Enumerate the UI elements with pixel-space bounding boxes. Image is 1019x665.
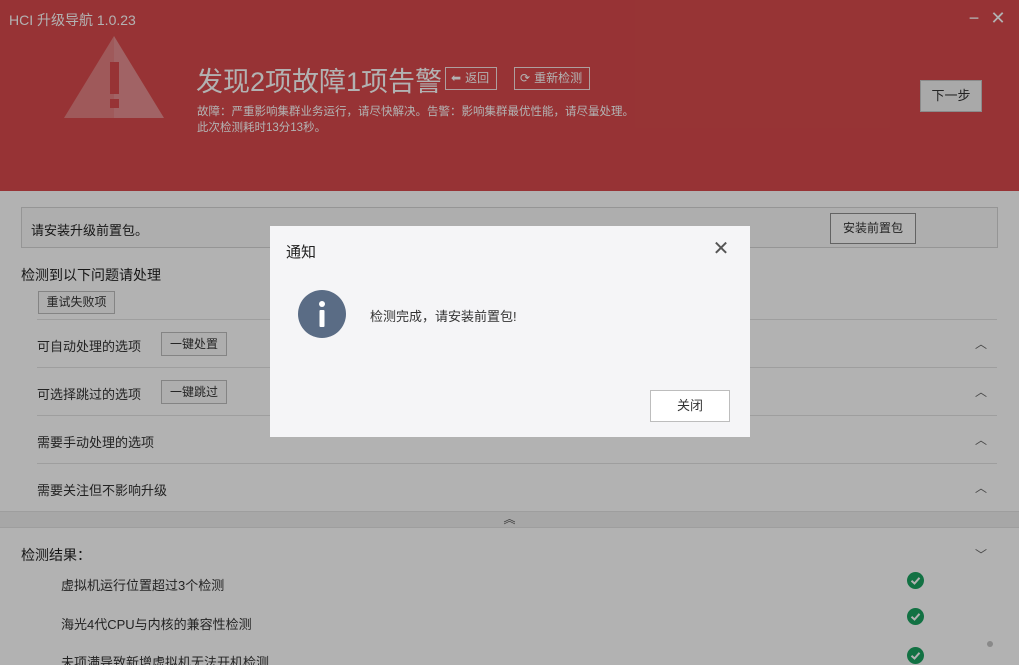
dialog-title: 通知 bbox=[286, 244, 317, 261]
info-icon bbox=[298, 290, 346, 338]
close-icon[interactable]: ✕ bbox=[710, 238, 732, 260]
dialog-close-button[interactable]: 关闭 bbox=[650, 390, 730, 422]
notification-dialog: 通知 ✕ 检测完成，请安装前置包! 关闭 bbox=[270, 226, 750, 437]
dialog-message: 检测完成，请安装前置包! bbox=[370, 309, 517, 324]
